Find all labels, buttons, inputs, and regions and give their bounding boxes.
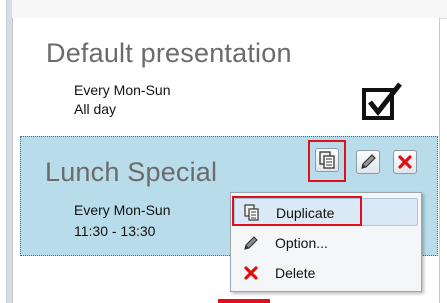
schedule-window: Default presentation Every Mon-Sun All d… (0, 0, 447, 303)
red-x-icon (244, 266, 258, 280)
pencil-icon (244, 236, 258, 250)
schedule-time: All day (74, 101, 117, 117)
schedule-days: Every Mon-Sun (74, 82, 171, 98)
menu-item-option[interactable]: Option... (234, 229, 418, 257)
pencil-icon (361, 154, 376, 169)
top-strip (12, 0, 447, 19)
schedule-title: Default presentation (46, 38, 292, 68)
close-icon (398, 155, 412, 169)
menu-item-label: Option... (275, 235, 328, 251)
schedule-title: Lunch Special (45, 157, 218, 187)
menu-item-label: Delete (275, 265, 316, 281)
schedule-days: Every Mon-Sun (74, 202, 171, 218)
menu-item-delete[interactable]: Delete (234, 259, 418, 287)
checkbox-checked-icon[interactable] (362, 82, 404, 122)
duplicate-menu-highlight (232, 196, 362, 226)
edit-button[interactable] (356, 150, 380, 174)
delete-button[interactable] (393, 150, 417, 174)
schedule-time: 11:30 - 13:30 (74, 223, 156, 239)
duplicate-button-highlight (308, 140, 346, 182)
bottom-highlight-edge (218, 299, 270, 303)
